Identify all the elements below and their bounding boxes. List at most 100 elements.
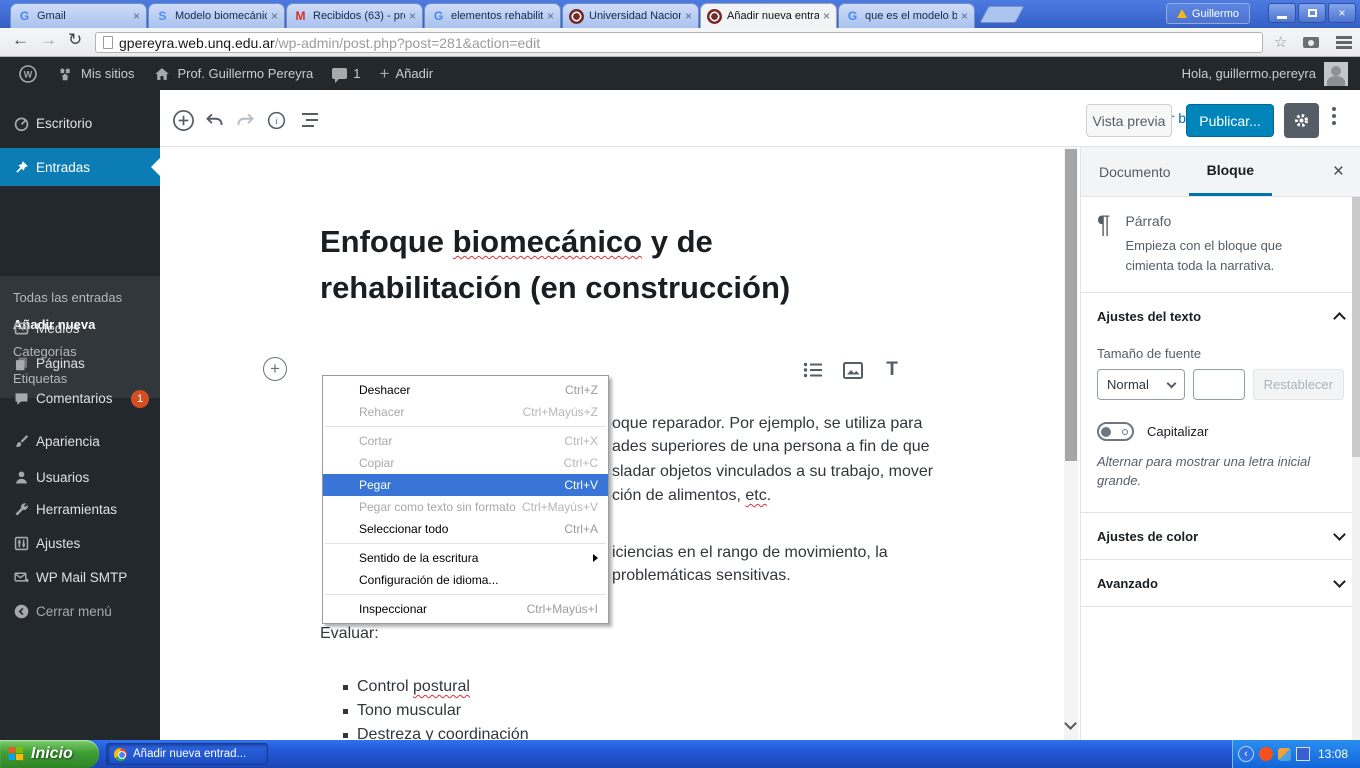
tab-close-icon[interactable]: ×: [133, 10, 140, 22]
drop-cap-toggle[interactable]: [1097, 422, 1134, 441]
reset-button[interactable]: Restablecer: [1252, 369, 1344, 400]
sidebar-item-medios[interactable]: Medios: [0, 311, 160, 346]
color-settings-panel[interactable]: Ajustes de color: [1081, 513, 1360, 560]
preview-button[interactable]: Vista previa: [1086, 104, 1172, 137]
tray-app-icon[interactable]: [1278, 747, 1291, 761]
my-sites-menu[interactable]: Mis sitios: [51, 57, 140, 90]
advanced-panel[interactable]: Avanzado: [1081, 560, 1360, 607]
block-navigation-icon[interactable]: [298, 108, 322, 132]
avatar[interactable]: [1324, 61, 1348, 86]
menu-item-configuracion-idioma[interactable]: Configuración de idioma...: [323, 569, 608, 591]
tab-close-icon[interactable]: ×: [547, 10, 554, 22]
tray-collapse-icon[interactable]: ‹: [1238, 746, 1254, 762]
browser-profile-button[interactable]: Guillermo: [1165, 3, 1250, 24]
submenu-item-todas-las-entradas[interactable]: Todas las entradas: [13, 290, 122, 305]
menu-item-inspeccionar[interactable]: Inspeccionar Ctrl+Mayús+I: [323, 598, 608, 620]
sidebar-item-herramientas[interactable]: Herramientas: [0, 492, 160, 527]
paragraph-text[interactable]: ades superiores de una persona a fin de …: [612, 438, 930, 456]
menu-item-deshacer[interactable]: Deshacer Ctrl+Z: [323, 379, 608, 401]
undo-icon[interactable]: [202, 108, 226, 132]
text-block-icon[interactable]: T: [881, 359, 903, 381]
tab-close-icon[interactable]: ×: [823, 10, 830, 22]
tray-notification-icon[interactable]: [1259, 747, 1273, 761]
block-inserter-icon[interactable]: [171, 108, 195, 132]
close-button[interactable]: ×: [1328, 3, 1356, 23]
publish-button[interactable]: Publicar...: [1186, 104, 1274, 137]
font-size-input[interactable]: [1192, 369, 1245, 400]
menu-item-pegar[interactable]: Pegar Ctrl+V: [323, 474, 608, 496]
list-block-icon[interactable]: [802, 359, 824, 381]
redo-icon[interactable]: [233, 108, 257, 132]
more-options-icon[interactable]: [1332, 107, 1338, 125]
start-button[interactable]: Inicio: [0, 740, 99, 768]
browser-tab-recibidos[interactable]: M Recibidos (63) - prof.g ×: [286, 3, 423, 28]
tab-close-icon[interactable]: ×: [961, 10, 968, 22]
tab-close-icon[interactable]: ×: [409, 10, 416, 22]
list-item[interactable]: Control postural: [343, 678, 470, 696]
reload-icon[interactable]: ↻: [68, 30, 82, 50]
tab-close-icon[interactable]: ×: [271, 10, 278, 22]
tab-bloque[interactable]: Bloque: [1188, 147, 1273, 196]
drop-cap-help: Alternar para mostrar una letra inicial …: [1097, 454, 1311, 488]
sidebar-item-escritorio[interactable]: Escritorio: [0, 106, 160, 141]
browser-tab-elementos[interactable]: G elementos rehabilitaci ×: [424, 3, 561, 28]
comments-menu[interactable]: 1: [326, 57, 366, 90]
new-content-menu[interactable]: + Añadir: [374, 57, 440, 90]
sidebar-item-comentarios[interactable]: Comentarios 1: [0, 381, 160, 416]
new-tab-button[interactable]: [979, 6, 1025, 23]
sidebar-item-cerrar-menu[interactable]: Cerrar menú: [0, 594, 160, 629]
sidebar-item-ajustes[interactable]: Ajustes: [0, 526, 160, 561]
account-greeting[interactable]: Hola, guillermo.pereyra: [1182, 66, 1316, 81]
text-settings-header[interactable]: Ajustes del texto: [1097, 293, 1346, 340]
scrollbar-thumb[interactable]: [1352, 197, 1360, 457]
paragraph-text[interactable]: iciencias en el rango de movimiento, la: [612, 544, 888, 562]
tab-documento[interactable]: Documento: [1081, 147, 1189, 196]
taskbar-task-chrome[interactable]: Añadir nueva entrad...: [106, 743, 268, 765]
content-structure-icon[interactable]: i: [264, 108, 288, 132]
forward-icon[interactable]: →: [40, 30, 57, 50]
paragraph-evaluar[interactable]: Evaluar:: [320, 625, 379, 643]
paragraph-text[interactable]: problemáticas sensitivas.: [612, 567, 791, 585]
minimize-button[interactable]: [1268, 3, 1296, 23]
sidebar-item-usuarios[interactable]: Usuarios: [0, 460, 160, 495]
list-item[interactable]: Tono muscular: [343, 702, 461, 720]
wp-logo-menu[interactable]: W: [12, 57, 44, 90]
tab-title: Universidad Nacional: [589, 10, 681, 22]
site-name-menu[interactable]: Prof. Guillermo Pereyra: [147, 57, 319, 90]
browser-tab-modelo-biom[interactable]: G que es el modelo biom ×: [838, 3, 975, 28]
sidebar-scrollbar[interactable]: [1352, 197, 1360, 740]
paragraph-text[interactable]: ción de alimentos, etc.: [612, 487, 771, 505]
sidebar-item-wp-mail-smtp[interactable]: WP Mail SMTP: [0, 560, 160, 595]
sidebar-item-apariencia[interactable]: Apariencia: [0, 424, 160, 459]
settings-gear-button[interactable]: [1284, 103, 1319, 138]
sidebar-item-entradas[interactable]: Entradas: [0, 148, 160, 186]
paragraph-icon: ¶: [1097, 211, 1111, 239]
browser-tab-universidad[interactable]: Universidad Nacional ×: [562, 3, 699, 28]
restore-button[interactable]: [1298, 3, 1326, 23]
menu-item-seleccionar-todo[interactable]: Seleccionar todo Ctrl+A: [323, 518, 608, 540]
post-title[interactable]: Enfoque biomecánico y de rehabilitación (…: [320, 219, 940, 311]
camera-icon[interactable]: [1303, 37, 1319, 48]
paragraph-text[interactable]: sladar objetos vinculados a su trabajo, …: [612, 463, 933, 481]
url-field[interactable]: gpereyra.web.unq.edu.ar/wp-admin/post.ph…: [95, 32, 1263, 53]
tab-close-icon[interactable]: ×: [685, 10, 692, 22]
browser-tab-anadir-active[interactable]: Añadir nueva entrada ×: [700, 3, 837, 28]
tray-keyboard-icon[interactable]: [1296, 747, 1310, 761]
add-block-icon[interactable]: +: [263, 357, 287, 381]
bookmark-star-icon[interactable]: ☆: [1274, 33, 1287, 51]
browser-tab-gmail[interactable]: G Gmail ×: [10, 3, 147, 28]
page-icon: [103, 36, 113, 49]
browser-menu-icon[interactable]: [1336, 36, 1352, 49]
browser-tab-modelo[interactable]: S Modelo biomecánico - ×: [148, 3, 285, 28]
menu-item-sentido-escritura[interactable]: Sentido de la escritura: [323, 547, 608, 569]
editor-scrollbar[interactable]: [1064, 147, 1078, 740]
paragraph-text[interactable]: oque reparador. Por ejemplo, se utiliza …: [612, 415, 922, 433]
scroll-down-icon[interactable]: [1064, 717, 1077, 730]
close-sidebar-icon[interactable]: ×: [1333, 161, 1360, 183]
scrollbar-thumb[interactable]: [1065, 149, 1077, 461]
back-icon[interactable]: ←: [12, 30, 29, 50]
font-size-select[interactable]: Normal: [1097, 369, 1185, 400]
image-block-icon[interactable]: [842, 359, 864, 381]
sidebar-item-paginas[interactable]: Páginas: [0, 346, 160, 381]
list-item[interactable]: Destreza y coordinación: [343, 726, 529, 740]
